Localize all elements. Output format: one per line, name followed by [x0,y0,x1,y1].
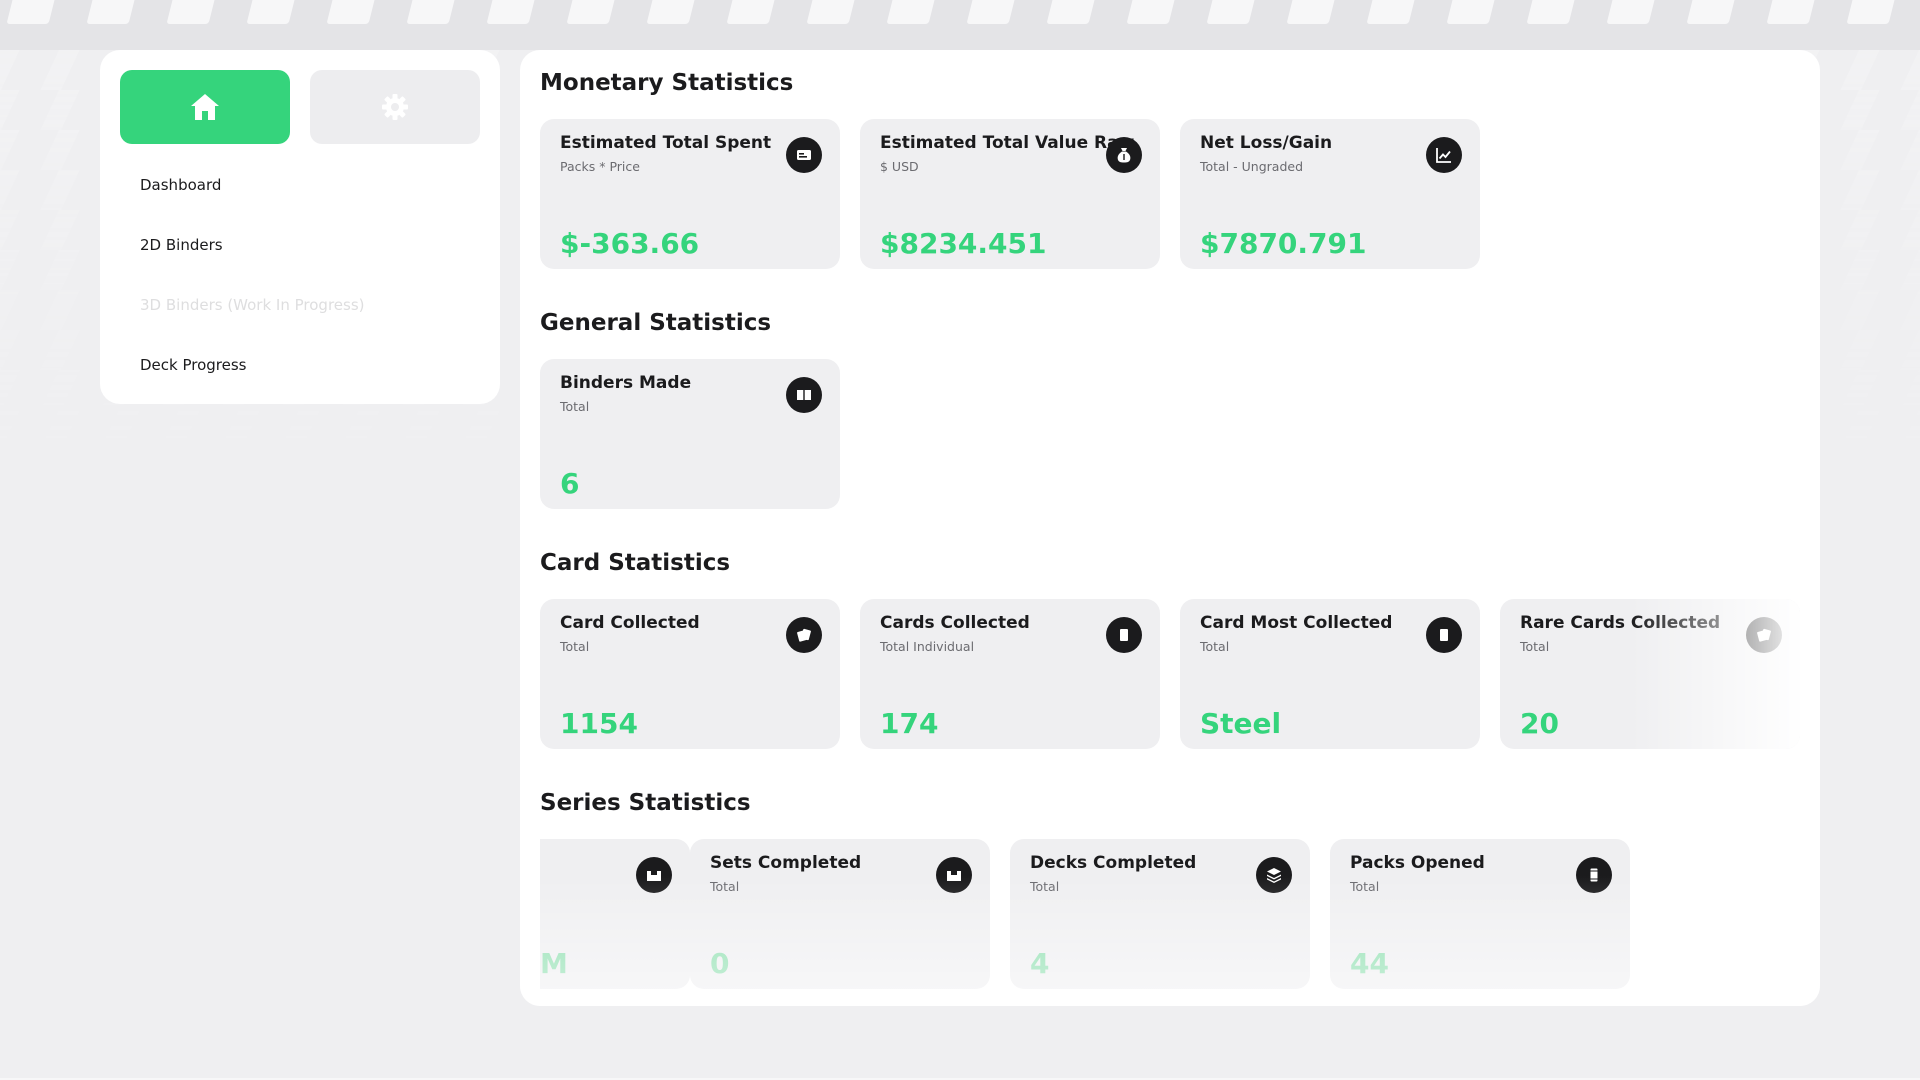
cards-icon [1746,617,1782,653]
card-estimated-total-value-raw: Estimated Total Value Raw $ USD $8234.45… [860,119,1160,269]
card-subtitle: Total [710,879,740,894]
box-icon [936,857,972,893]
section-title-series: Series Statistics [540,790,751,816]
card-subtitle: Total - Ungraded [1200,159,1304,174]
card-subtitle: Total Individual [880,639,975,654]
background-top-pattern [0,0,1920,50]
cards-icon [786,617,822,653]
card-title: Rare Cards Collected [1520,613,1721,633]
section-title-monetary: Monetary Statistics [540,70,794,96]
open-book-icon [786,377,822,413]
card-title: Cards Collected [880,613,1030,633]
price-tag-icon [786,137,822,173]
home-icon [191,94,219,120]
card-subtitle: Total [560,399,590,414]
box-icon [636,857,672,893]
section-title-card: Card Statistics [540,550,731,576]
settings-button[interactable] [310,70,480,144]
card-subtitle: Packs * Price [560,159,640,174]
single-card-icon [1426,617,1462,653]
card-card-most-collected: Card Most Collected Total Steel [1180,599,1480,749]
card-estimated-total-spent: Estimated Total Spent Packs * Price $-36… [540,119,840,269]
card-subtitle: Total [1200,639,1230,654]
card-value: $8234.451 [880,227,1047,260]
card-clip-mask [520,839,540,989]
card-value: $-363.66 [560,227,700,260]
card-decks-completed: Decks Completed Total 4 [1010,839,1310,989]
sidebar-item-2d-binders[interactable]: 2D Binders [140,236,223,254]
card-value: 0 [710,947,730,980]
sidebar-item-3d-binders: 3D Binders (Work In Progress) [140,296,365,314]
card-net-loss-gain: Net Loss/Gain Total - Ungraded $7870.791 [1180,119,1480,269]
card-title: Packs Opened [1350,853,1485,873]
pack-icon [1576,857,1612,893]
sidebar: Dashboard 2D Binders 3D Binders (Work In… [100,50,500,404]
sidebar-item-dashboard[interactable]: Dashboard [140,176,221,194]
card-sets-completed: Sets Completed Total 0 [690,839,990,989]
sidebar-item-deck-progress[interactable]: Deck Progress [140,356,247,374]
card-binders-made: Binders Made Total 6 [540,359,840,509]
card-value: 174 [880,707,939,740]
layers-icon [1256,857,1292,893]
card-subtitle: Total [1030,879,1060,894]
section-title-general: General Statistics [540,310,772,336]
card-value: M [540,947,568,980]
money-bag-icon [1106,137,1142,173]
card-title: Estimated Total Spent [560,133,772,153]
chart-line-icon [1426,137,1462,173]
card-value: $7870.791 [1200,227,1367,260]
card-subtitle: Total [560,639,590,654]
card-cards-collected: Cards Collected Total Individual 174 [860,599,1160,749]
card-title: Estimated Total Value Raw [880,133,1135,153]
single-card-icon [1106,617,1142,653]
card-title: Net Loss/Gain [1200,133,1333,153]
card-value: Steel [1200,707,1282,740]
card-subtitle: $ USD [880,159,919,174]
card-value: 44 [1350,947,1389,980]
card-partial: M [520,839,690,989]
card-title: Sets Completed [710,853,862,873]
card-value: 4 [1030,947,1050,980]
main-panel: Monetary Statistics Estimated Total Spen… [520,50,1820,1006]
card-subtitle: Total [1520,639,1550,654]
gear-icon [382,94,408,120]
card-title: Card Most Collected [1200,613,1393,633]
card-title: Card Collected [560,613,700,633]
card-packs-opened: Packs Opened Total 44 [1330,839,1630,989]
card-value: 20 [1520,707,1559,740]
card-value: 6 [560,467,580,500]
home-button[interactable] [120,70,290,144]
card-subtitle: Total [1350,879,1380,894]
card-rare-cards-collected: Rare Cards Collected Total 20 [1500,599,1800,749]
card-card-collected: Card Collected Total 1154 [540,599,840,749]
card-title: Binders Made [560,373,692,393]
card-value: 1154 [560,707,638,740]
card-title: Decks Completed [1030,853,1197,873]
